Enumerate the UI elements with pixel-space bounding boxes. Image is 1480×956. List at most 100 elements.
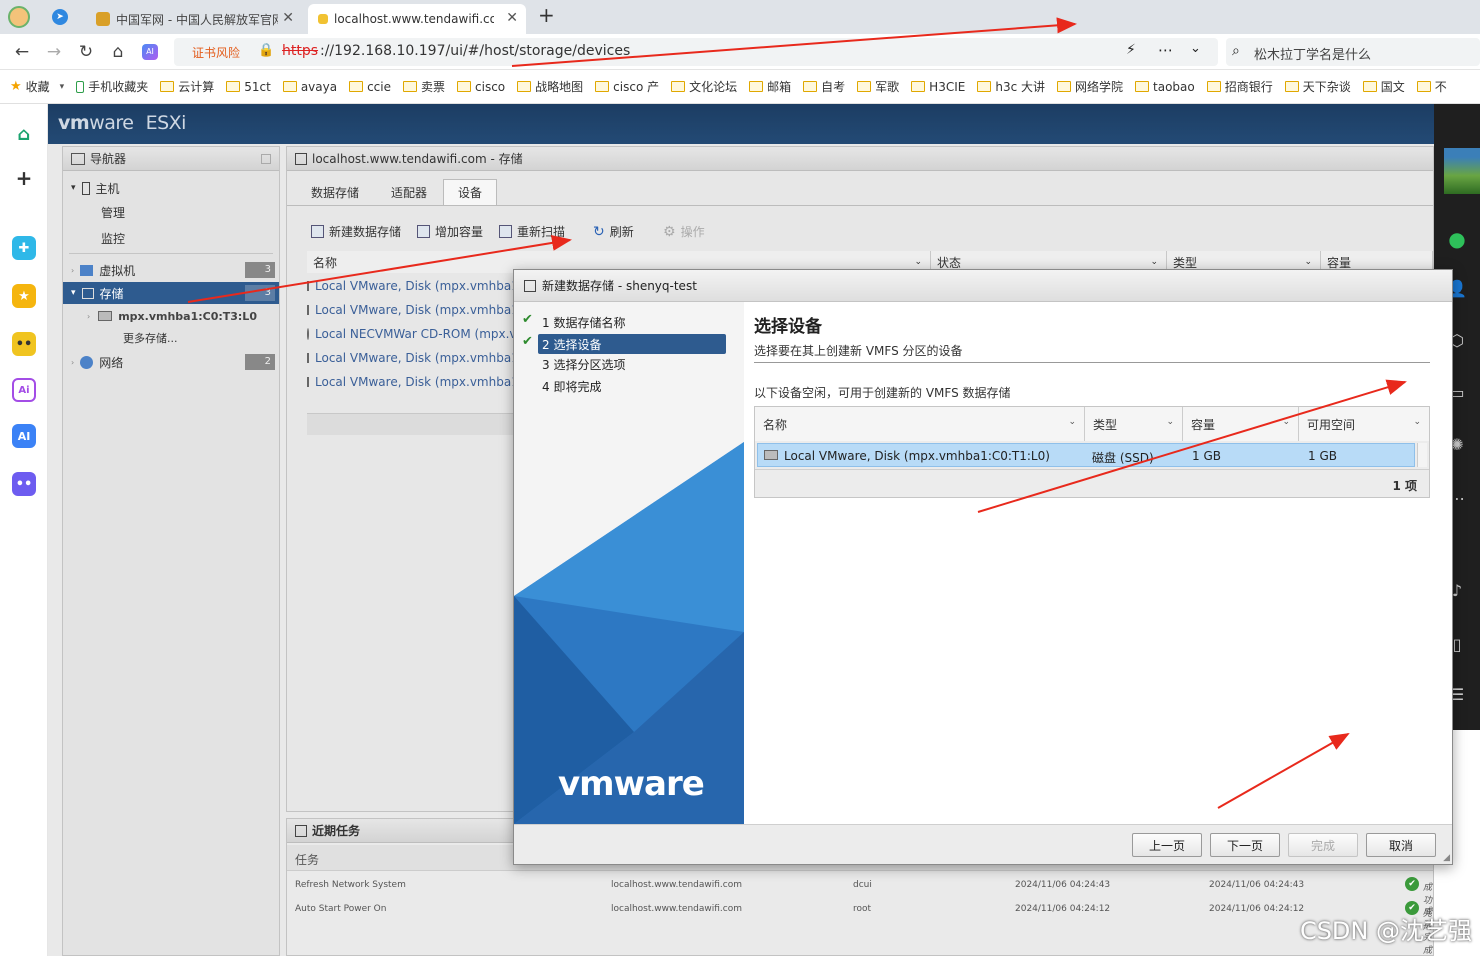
grid-col-capacity-label: 容量: [1191, 417, 1216, 432]
nav-storage[interactable]: ▾ 存储 3: [63, 282, 279, 304]
nav-network[interactable]: › 网络 2: [63, 351, 279, 373]
chevron-down-icon[interactable]: ⌄: [1304, 257, 1312, 267]
new-tab-button[interactable]: +: [538, 3, 555, 27]
grid-scrollbar[interactable]: [1417, 443, 1427, 467]
robot-app-icon[interactable]: ••: [12, 332, 36, 356]
ai-app-icon[interactable]: Ai: [12, 378, 36, 402]
cancel-button[interactable]: 取消: [1366, 833, 1436, 857]
bookmark-2[interactable]: 云计算: [160, 78, 214, 95]
bookmark-15[interactable]: h3c 大讲: [977, 78, 1045, 95]
collapse-icon[interactable]: [261, 153, 271, 164]
grid-col-free[interactable]: 可用空间 ⌄: [1299, 407, 1429, 441]
reload-icon[interactable]: ↻: [76, 42, 96, 62]
grid-col-name[interactable]: 名称 ⌄: [755, 407, 1085, 441]
resize-handle-icon[interactable]: ◢: [1443, 853, 1450, 863]
device-row[interactable]: Local VMware, Disk (mpx.vmhba1:C0:T2:L0): [307, 347, 515, 369]
grid-col-type[interactable]: 类型 ⌄: [1085, 407, 1183, 441]
tab-datastores[interactable]: 数据存储: [297, 179, 373, 205]
add-sidebar-icon[interactable]: +: [12, 166, 36, 190]
bookmark-21[interactable]: 不: [1416, 78, 1447, 95]
bookmark-18[interactable]: 招商银行: [1206, 78, 1273, 95]
device-row[interactable]: Local VMware, Disk (mpx.vmhba1:C0:T1:L0): [307, 299, 515, 321]
search-input[interactable]: 松木拉丁学名是什么: [1254, 44, 1371, 63]
increase-capacity-button[interactable]: 增加容量: [417, 223, 483, 240]
nav-host[interactable]: ▾ 主机: [63, 177, 279, 199]
next-button[interactable]: 下一页: [1210, 833, 1280, 857]
cert-warning-label[interactable]: 证书风险: [192, 44, 240, 61]
chevron-down-icon[interactable]: ⌄: [1166, 417, 1174, 427]
prev-button[interactable]: 上一页: [1132, 833, 1202, 857]
device-row[interactable]: Local NECVMWar CD-ROM (mpx.vmhba64:C0:T0…: [307, 323, 515, 345]
chevron-down-icon[interactable]: ⌄: [1190, 41, 1201, 56]
bookmark-20[interactable]: 国文: [1362, 78, 1405, 95]
tab-devices[interactable]: 设备: [443, 179, 498, 205]
bookmark-16[interactable]: 网络学院: [1057, 78, 1123, 95]
bookmark-6[interactable]: 卖票: [403, 78, 445, 95]
bookmark-5[interactable]: ccie: [349, 80, 391, 94]
nav-storage-device[interactable]: › mpx.vmhba1:C0:T3:L0: [63, 305, 279, 327]
bookmark-11[interactable]: 邮箱: [749, 78, 791, 95]
home-sidebar-icon[interactable]: ⌂: [12, 122, 36, 146]
bookmark-3[interactable]: 51ct: [226, 80, 271, 94]
browser-tab-esxi[interactable]: localhost.www.tendawifi.com ✕: [308, 4, 526, 34]
nav-monitor[interactable]: 监控: [63, 227, 279, 249]
insecure-lock-icon[interactable]: 🔒: [258, 43, 274, 58]
rescan-button[interactable]: 重新扫描: [499, 223, 565, 240]
bookmark-10[interactable]: 文化论坛: [671, 78, 737, 95]
chevron-down-icon[interactable]: ▾: [60, 82, 65, 92]
bookmark-7[interactable]: cisco: [457, 80, 505, 94]
home-icon[interactable]: ⌂: [108, 42, 128, 62]
close-tab-icon[interactable]: ✕: [506, 10, 518, 26]
bookmark-1[interactable]: 手机收藏夹: [76, 78, 148, 95]
grid-col-capacity[interactable]: 容量 ⌄: [1183, 407, 1299, 441]
wechat-icon[interactable]: ●: [1444, 226, 1470, 252]
bookmark-12[interactable]: 自考: [803, 78, 845, 95]
thumbnail-image[interactable]: [1444, 148, 1480, 194]
device-row[interactable]: Local VMware, Disk (mpx.vmhba1:C0:T0:L0): [307, 371, 515, 393]
bookmark-19[interactable]: 天下杂谈: [1284, 78, 1351, 95]
bookmark-14[interactable]: H3CIE: [911, 80, 965, 94]
url-input[interactable]: 证书风险 🔒 https ://192.168.10.197/ui/#/host…: [174, 38, 1218, 66]
tab-adapters[interactable]: 适配器: [377, 179, 441, 205]
new-datastore-button[interactable]: 新建数据存储: [311, 223, 401, 240]
more-icon[interactable]: ⋯: [1158, 41, 1173, 59]
expand-icon[interactable]: ›: [87, 312, 90, 321]
device-row[interactable]: Local VMware, Disk (mpx.vmhba1:C0:T3:L0): [307, 275, 515, 297]
ai-blue-app-icon[interactable]: AI: [12, 424, 36, 448]
lightning-icon[interactable]: ⚡: [1126, 42, 1136, 58]
telegram-icon[interactable]: ➤: [52, 9, 68, 25]
bookmark-17[interactable]: taobao: [1135, 80, 1195, 94]
chat-app-icon[interactable]: ••: [12, 472, 36, 496]
refresh-button[interactable]: ↻ 刷新: [593, 223, 634, 240]
profile-avatar[interactable]: [8, 6, 30, 28]
bookmark-13[interactable]: 军歌: [857, 78, 899, 95]
ai-icon[interactable]: AI: [142, 44, 158, 60]
task-row[interactable]: Auto Start Power On localhost.www.tendawi…: [287, 897, 1433, 956]
back-icon[interactable]: ←: [12, 42, 32, 62]
forward-icon[interactable]: →: [44, 42, 64, 62]
bookmark-8[interactable]: 战略地图: [517, 78, 583, 95]
expand-icon[interactable]: ▾: [71, 183, 76, 193]
close-tab-icon[interactable]: ✕: [282, 10, 294, 26]
chevron-down-icon[interactable]: ⌄: [1282, 417, 1290, 427]
chevron-down-icon[interactable]: ⌄: [1150, 257, 1158, 267]
chevron-down-icon[interactable]: ⌄: [1068, 417, 1076, 427]
search-box[interactable]: ⌕ 松木拉丁学名是什么: [1226, 38, 1480, 66]
nav-more-storage[interactable]: 更多存储...: [63, 327, 279, 349]
bookmark-9[interactable]: cisco 产: [595, 78, 659, 95]
star-app-icon[interactable]: ★: [12, 284, 36, 308]
nav-vms[interactable]: › 虚拟机 3: [63, 259, 279, 281]
bookmark-4[interactable]: avaya: [282, 80, 337, 94]
browser-tab-chinamil[interactable]: 中国军网 - 中国人民解放军官网 ✕: [86, 4, 302, 34]
expand-icon[interactable]: ›: [71, 266, 74, 275]
app-blue-icon[interactable]: ✚: [12, 236, 36, 260]
chevron-down-icon[interactable]: ⌄: [1413, 417, 1421, 427]
expand-icon[interactable]: ›: [71, 358, 74, 367]
bookmark-0[interactable]: ★ 收藏 ▾: [10, 78, 64, 95]
chevron-down-icon[interactable]: ⌄: [914, 257, 922, 267]
actions-button[interactable]: ⚙ 操作: [663, 223, 705, 240]
expand-icon[interactable]: ▾: [71, 288, 76, 298]
nav-manage[interactable]: 管理: [63, 201, 279, 223]
task-row[interactable]: Refresh Network System localhost.www.tend…: [287, 873, 1433, 932]
device-row-selected[interactable]: Local VMware, Disk (mpx.vmhba1:C0:T1:L0)…: [757, 443, 1415, 467]
